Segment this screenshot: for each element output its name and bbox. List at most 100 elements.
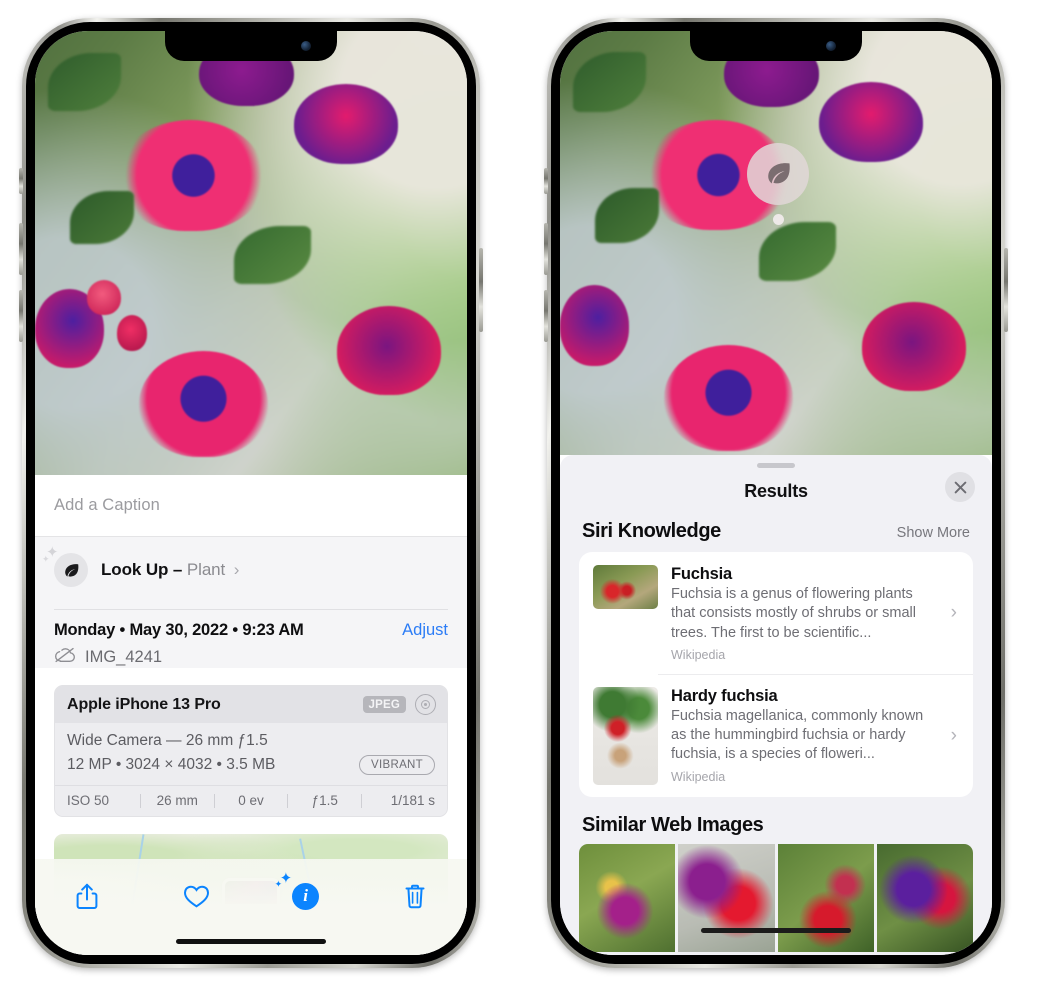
show-more-button[interactable]: Show More	[897, 525, 970, 541]
home-indicator[interactable]	[176, 938, 326, 944]
knowledge-title: Fuchsia	[671, 565, 732, 583]
close-icon	[954, 481, 966, 493]
look-up-section: ✦ ✦ Look Up – Plant ›	[35, 537, 467, 605]
look-up-title: Look Up	[101, 560, 169, 579]
device-notch	[165, 31, 337, 61]
device-model: Apple iPhone 13 Pro	[67, 695, 221, 713]
volume-down-button[interactable]	[544, 290, 548, 342]
leaf-icon: ✦ ✦	[42, 545, 88, 587]
exif-header: Apple iPhone 13 Pro JPEG	[55, 686, 447, 723]
chevron-right-icon: ›	[950, 724, 957, 746]
info-button[interactable]: ✦ ✦ i	[275, 871, 326, 916]
photo-viewer-left[interactable]	[35, 31, 467, 475]
web-image-thumb[interactable]	[678, 843, 775, 952]
image-size: 12 MP • 3024 × 4032 • 3.5 MB	[67, 756, 276, 773]
flower-blossom	[663, 344, 794, 451]
format-badge: JPEG	[362, 696, 406, 713]
exif-stats-row: ISO 50 26 mm 0 ev ƒ1.5 1/181 s	[55, 785, 447, 816]
close-button[interactable]	[945, 472, 975, 502]
similar-web-images-header: Similar Web Images	[560, 797, 992, 844]
knowledge-description: Fuchsia magellanica, commonly known as t…	[671, 707, 924, 763]
results-sheet: Results Siri Knowledge Show More Fuchsia…	[560, 455, 992, 955]
silent-switch[interactable]	[544, 168, 548, 194]
exif-stat-aperture: ƒ1.5	[311, 793, 338, 808]
volume-down-button[interactable]	[19, 290, 23, 342]
web-image-thumb[interactable]	[777, 843, 874, 952]
delete-button[interactable]	[395, 876, 435, 916]
flower-blossom	[560, 285, 630, 366]
screenshot-canvas: Add a Caption ✦ ✦ Look Up – Plant › Mond…	[0, 0, 1055, 985]
caption-input-row[interactable]: Add a Caption	[35, 475, 467, 537]
lookup-anchor-dot	[772, 213, 784, 225]
home-indicator[interactable]	[701, 927, 851, 933]
look-up-subject: Plant	[186, 560, 226, 579]
exif-header-badges: JPEG	[362, 694, 436, 715]
lens-info: Wide Camera — 26 mm ƒ1.5	[67, 732, 268, 749]
caption-placeholder[interactable]: Add a Caption	[54, 496, 160, 515]
look-up-dash: –	[172, 560, 183, 579]
similar-web-images-strip[interactable]	[579, 843, 973, 952]
web-image-thumb[interactable]	[579, 843, 676, 952]
knowledge-description: Fuchsia is a genus of flowering plants t…	[671, 586, 916, 641]
look-up-row[interactable]: ✦ ✦ Look Up – Plant ›	[42, 545, 448, 592]
file-name: IMG_4241	[85, 648, 163, 666]
flower-blossom	[117, 119, 264, 231]
knowledge-thumbnail	[593, 686, 658, 785]
exif-card[interactable]: Apple iPhone 13 Pro JPEG Wide Camera — 2…	[54, 685, 448, 817]
capture-date: Monday • May 30, 2022 • 9:23 AM	[54, 621, 304, 639]
device-notch	[690, 31, 862, 61]
left-phone-device: Add a Caption ✦ ✦ Look Up – Plant › Mond…	[19, 18, 483, 968]
front-camera-icon	[301, 41, 311, 51]
knowledge-card-list: Fuchsia Fuchsia is a genus of flowering …	[579, 552, 973, 797]
photo-info-sheet: Add a Caption ✦ ✦ Look Up – Plant › Mond…	[35, 475, 467, 955]
chevron-right-icon: ›	[233, 560, 240, 579]
exif-body: Wide Camera — 26 mm ƒ1.5 12 MP • 3024 × …	[55, 723, 447, 785]
flower-blossom	[337, 306, 442, 396]
results-title: Results	[744, 480, 808, 501]
knowledge-source: Wikipedia	[671, 769, 726, 784]
favorite-button[interactable]	[176, 876, 216, 916]
knowledge-text: Hardy fuchsia Fuchsia magellanica, commo…	[671, 687, 938, 785]
flower-bud	[86, 279, 122, 316]
knowledge-title: Hardy fuchsia	[671, 686, 778, 705]
sparkle-small-icon: ✦	[274, 879, 283, 889]
list-item[interactable]: Fuchsia Fuchsia is a genus of flowering …	[579, 552, 973, 674]
left-phone-screen: Add a Caption ✦ ✦ Look Up – Plant › Mond…	[35, 31, 467, 955]
right-phone-device: Results Siri Knowledge Show More Fuchsia…	[544, 18, 1008, 968]
power-button[interactable]	[1004, 248, 1008, 332]
photo-viewer-right[interactable]	[560, 31, 992, 455]
share-button[interactable]	[67, 876, 107, 916]
power-button[interactable]	[479, 248, 483, 332]
volume-up-button[interactable]	[544, 223, 548, 275]
hdr-target-icon	[415, 694, 436, 715]
divider	[54, 609, 448, 610]
web-image-thumb[interactable]	[876, 843, 973, 952]
cloud-slash-icon	[54, 647, 76, 668]
flower-blossom	[819, 81, 923, 163]
filename-row: IMG_4241	[54, 647, 448, 668]
info-icon: i	[292, 882, 320, 910]
flower-bud	[117, 315, 148, 351]
volume-up-button[interactable]	[19, 223, 23, 275]
exif-stat-focal: 26 mm	[156, 793, 198, 808]
adjust-button[interactable]: Adjust	[402, 621, 448, 640]
exif-stat-ev: 0 ev	[238, 793, 264, 808]
date-row: Monday • May 30, 2022 • 9:23 AM Adjust	[54, 621, 448, 640]
exif-stat-shutter: 1/181 s	[390, 793, 435, 808]
knowledge-source: Wikipedia	[671, 647, 726, 662]
front-camera-icon	[826, 41, 836, 51]
knowledge-text: Fuchsia Fuchsia is a genus of flowering …	[671, 565, 938, 662]
right-phone-screen: Results Siri Knowledge Show More Fuchsia…	[560, 31, 992, 955]
silent-switch[interactable]	[19, 168, 23, 194]
sparkle-small-icon: ✦	[42, 554, 50, 564]
visual-lookup-badge[interactable]	[747, 142, 810, 225]
size-row: 12 MP • 3024 × 4032 • 3.5 MB VIBRANT	[67, 755, 435, 775]
photographic-style-badge: VIBRANT	[359, 755, 435, 775]
similar-web-images-title: Similar Web Images	[582, 813, 764, 836]
look-up-label: Look Up – Plant ›	[101, 560, 239, 580]
knowledge-thumbnail	[593, 565, 658, 609]
siri-knowledge-header: Siri Knowledge Show More	[560, 514, 992, 552]
list-item[interactable]: Hardy fuchsia Fuchsia magellanica, commo…	[579, 673, 973, 797]
leaf-icon	[747, 142, 810, 205]
exif-stat-iso: ISO 50	[67, 793, 110, 808]
